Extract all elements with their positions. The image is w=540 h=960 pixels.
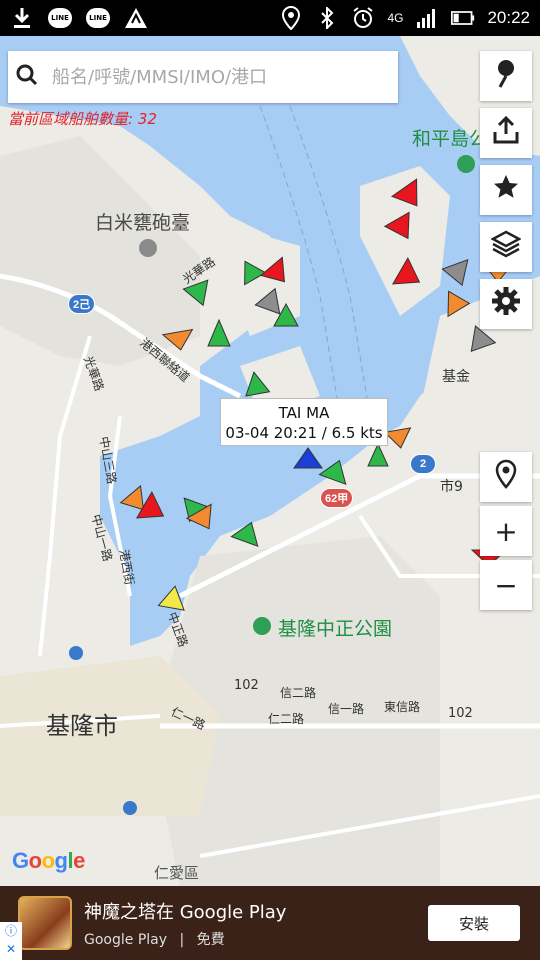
network-icon: 4G bbox=[387, 11, 404, 25]
bluetooth-icon bbox=[315, 6, 339, 30]
vessel-marker[interactable] bbox=[161, 328, 196, 353]
locate-button[interactable] bbox=[480, 452, 532, 502]
ad-banner[interactable]: 神魔之塔在 Google Play Google Play | 免費 安裝 ⓘ … bbox=[0, 886, 540, 960]
settings-button[interactable] bbox=[480, 279, 532, 329]
download-icon bbox=[10, 6, 34, 30]
vessel-marker[interactable] bbox=[182, 279, 215, 310]
search-icon[interactable] bbox=[16, 64, 38, 90]
vessel-marker[interactable] bbox=[383, 211, 420, 245]
search-input[interactable] bbox=[38, 51, 398, 103]
zoom-in-button[interactable]: + bbox=[480, 506, 532, 556]
close-icon[interactable]: ✕ bbox=[6, 940, 16, 958]
alarm-icon bbox=[351, 6, 375, 30]
vessel-layer bbox=[119, 178, 516, 611]
vessel-marker[interactable] bbox=[230, 518, 264, 547]
vessel-marker[interactable] bbox=[390, 178, 429, 214]
favorite-button[interactable] bbox=[480, 165, 532, 215]
layers-button[interactable] bbox=[480, 222, 532, 272]
ad-app-icon bbox=[18, 896, 72, 950]
ad-text: 神魔之塔在 Google Play Google Play | 免費 bbox=[84, 898, 286, 949]
vessel-info: 03-04 20:21 / 6.5 kts bbox=[225, 424, 383, 442]
vessel-marker[interactable] bbox=[383, 427, 414, 450]
vessel-marker[interactable] bbox=[391, 256, 427, 295]
google-logo: Google bbox=[12, 848, 85, 873]
line-icon: LINE bbox=[48, 8, 72, 28]
line-icon: LINE bbox=[86, 8, 110, 28]
ad-store: Google Play bbox=[84, 931, 168, 948]
battery-icon bbox=[451, 6, 475, 30]
install-button[interactable]: 安裝 bbox=[428, 905, 520, 941]
screen: LINE LINE 4G 20:22 和平島公 白米甕砲臺 港西聯絡道 光華路 … bbox=[0, 0, 540, 960]
share-button[interactable] bbox=[480, 108, 532, 158]
vessel-marker[interactable] bbox=[207, 318, 231, 347]
vessel-marker[interactable] bbox=[242, 370, 271, 397]
share-icon bbox=[492, 115, 520, 151]
zoom-out-button[interactable]: − bbox=[480, 560, 532, 610]
ad-price: 免費 bbox=[196, 931, 225, 948]
star-icon bbox=[492, 173, 520, 208]
vessel-tooltip[interactable]: TAI MA 03-04 20:21 / 6.5 kts bbox=[220, 398, 388, 446]
gear-icon bbox=[491, 286, 521, 323]
vessel-count: 當前區域船舶數量: 32 bbox=[8, 110, 157, 128]
vessel-marker[interactable] bbox=[438, 290, 471, 322]
location-icon bbox=[495, 459, 517, 496]
pin-button[interactable] bbox=[480, 51, 532, 101]
vessel-marker[interactable] bbox=[259, 256, 295, 290]
app-icon bbox=[124, 6, 148, 30]
ad-info[interactable]: ⓘ ✕ bbox=[0, 922, 22, 960]
clock: 20:22 bbox=[487, 8, 530, 27]
vessel-marker[interactable] bbox=[293, 447, 323, 469]
vessel-marker[interactable] bbox=[318, 456, 352, 485]
map-pin-icon bbox=[494, 58, 518, 95]
vessel-marker[interactable] bbox=[367, 442, 389, 467]
vessel-marker[interactable] bbox=[461, 325, 497, 360]
status-bar: LINE LINE 4G 20:22 bbox=[0, 0, 540, 36]
info-icon[interactable]: ⓘ bbox=[5, 922, 17, 940]
ad-subtitle: Google Play | 免費 bbox=[84, 929, 286, 949]
vessel-name: TAI MA bbox=[278, 404, 330, 422]
vessel-marker[interactable] bbox=[157, 584, 187, 611]
ad-title: 神魔之塔在 Google Play bbox=[84, 901, 287, 923]
signal-icon bbox=[415, 6, 439, 30]
layers-icon bbox=[490, 230, 522, 265]
ad-separator: | bbox=[179, 931, 185, 948]
search-bar[interactable] bbox=[8, 51, 398, 103]
map-view[interactable]: 和平島公 白米甕砲臺 港西聯絡道 光華路 光華路 中山三路 中山一路 港西街 中… bbox=[0, 36, 540, 886]
vessel-marker[interactable] bbox=[235, 255, 267, 286]
vessel-marker[interactable] bbox=[441, 259, 475, 290]
location-icon bbox=[279, 6, 303, 30]
